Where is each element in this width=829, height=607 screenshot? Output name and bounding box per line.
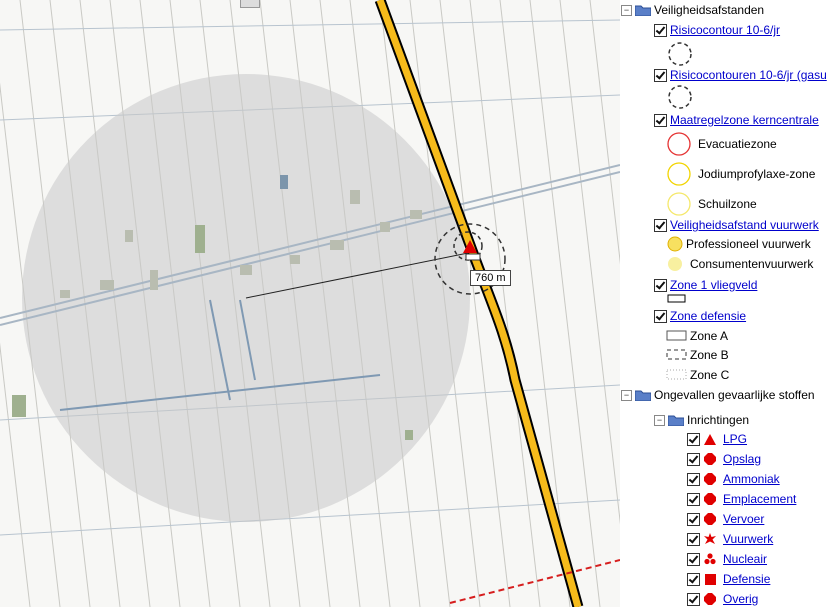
professioneel-circle-icon <box>667 236 683 252</box>
map-canvas[interactable] <box>0 0 620 607</box>
layer-risicocontouren-gas[interactable]: Risicocontouren 10-6/jr (gasu <box>654 67 827 83</box>
map-view[interactable]: 760 m <box>0 0 620 607</box>
layer-risicocontour[interactable]: Risicocontour 10-6/jr <box>654 22 780 38</box>
triangle-icon <box>703 432 717 446</box>
collapse-toggle[interactable]: − <box>654 414 665 426</box>
folder-icon <box>635 5 651 16</box>
group-inrichtingen[interactable]: − Inrichtingen <box>654 412 749 428</box>
schuil-circle-icon <box>667 192 691 216</box>
octagon-icon <box>703 492 717 506</box>
octagon-icon <box>703 452 717 466</box>
collapse-toggle[interactable]: − <box>621 4 632 16</box>
layer-vuurwerk-afstand[interactable]: Professioneel vuurwerk Veiligheidsafstan… <box>654 217 819 233</box>
consumenten-circle-icon <box>668 257 682 271</box>
scale-label: 760 m <box>470 270 511 286</box>
checkbox-emplacement[interactable] <box>687 492 700 506</box>
layer-lpg[interactable]: LPG <box>687 431 747 447</box>
checkbox-vuurwerk-afstand[interactable] <box>654 218 667 232</box>
layer-ammoniak[interactable]: Ammoniak <box>687 471 780 487</box>
radiation-icon <box>703 552 717 566</box>
layer-emplacement[interactable]: Emplacement <box>687 491 796 507</box>
layer-maatregelzone[interactable]: Maatregelzone kerncentrale <box>654 112 819 128</box>
octagon-icon <box>703 512 717 526</box>
zone-b-icon <box>666 349 687 360</box>
jodium-circle-icon <box>667 162 691 186</box>
group-veiligheidsafstanden[interactable]: − Veiligheidsafstanden <box>621 2 764 18</box>
collapse-toggle[interactable]: − <box>621 389 632 401</box>
layer-nucleair[interactable]: Nucleair <box>687 551 767 567</box>
dashed-circle-icon <box>668 85 692 109</box>
layer-zone1-vliegveld[interactable]: Zone 1 vliegveld <box>654 277 757 293</box>
legend-schuilzone: Schuilzone <box>666 191 757 217</box>
octagon-icon <box>703 592 717 606</box>
checkbox-ammoniak[interactable] <box>687 472 700 486</box>
dashed-circle-icon <box>668 42 692 66</box>
checkbox-opslag[interactable] <box>687 452 700 466</box>
layer-overig[interactable]: Overig <box>687 591 758 607</box>
layer-vuurwerk[interactable]: Vuurwerk <box>687 531 773 547</box>
folder-icon <box>635 390 651 401</box>
checkbox-risicocontouren-gas[interactable] <box>654 68 667 82</box>
legend-zone-a: Zone A <box>666 328 728 344</box>
legend-professioneel-vuurwerk: Professioneel vuurwerk <box>666 236 811 252</box>
layer-defensie[interactable]: Defensie <box>687 571 770 587</box>
checkbox-lpg[interactable] <box>687 432 700 446</box>
rectangle-icon <box>667 294 686 303</box>
checkbox-vuurwerk[interactable] <box>687 532 700 546</box>
map-control[interactable] <box>240 0 260 8</box>
legend-consumentenvuurwerk: Consumentenvuurwerk <box>666 256 813 272</box>
legend-zone-b: Zone B <box>666 347 729 363</box>
checkbox-risicocontour[interactable] <box>654 23 667 37</box>
checkbox-defensie[interactable] <box>687 572 700 586</box>
zone-c-icon <box>666 369 687 380</box>
group-ongevallen[interactable]: − Ongevallen gevaarlijke stoffen <box>621 387 815 403</box>
legend-zone-c: Zone C <box>666 367 729 383</box>
layer-zone-defensie[interactable]: Zone defensie <box>654 308 746 324</box>
legend-evacuatiezone: Evacuatiezone <box>666 131 777 157</box>
checkbox-vervoer[interactable] <box>687 512 700 526</box>
checkbox-overig[interactable] <box>687 592 700 606</box>
zone-a-icon <box>666 330 687 341</box>
square-icon <box>703 572 717 586</box>
layer-legend: − Veiligheidsafstanden Risicocontour 10-… <box>620 0 829 607</box>
checkbox-maatregelzone[interactable] <box>654 113 667 127</box>
evacuatie-circle-icon <box>667 132 691 156</box>
legend-jodiumprofylaxe: Jodiumprofylaxe-zone <box>666 161 815 187</box>
layer-vervoer[interactable]: Vervoer <box>687 511 764 527</box>
folder-icon <box>668 415 684 426</box>
layer-opslag[interactable]: Opslag <box>687 451 761 467</box>
checkbox-nucleair[interactable] <box>687 552 700 566</box>
checkbox-zone1-vliegveld[interactable] <box>654 278 667 292</box>
burst-icon <box>703 532 717 546</box>
octagon-icon <box>703 472 717 486</box>
checkbox-zone-defensie[interactable] <box>654 309 667 323</box>
